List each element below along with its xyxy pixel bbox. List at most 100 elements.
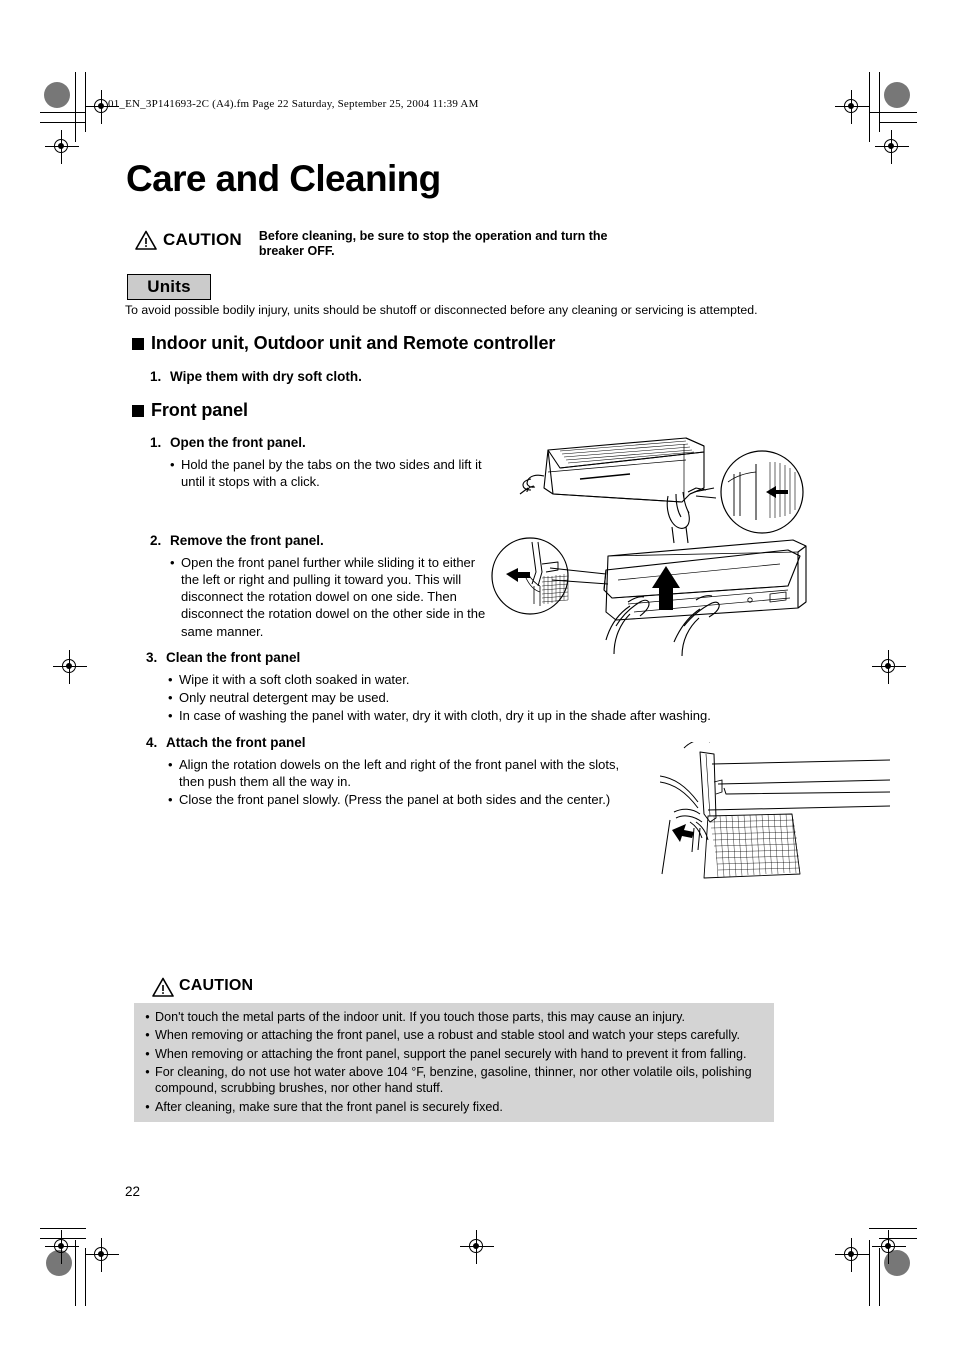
section-heading-text: Indoor unit, Outdoor unit and Remote con… (151, 333, 556, 353)
units-badge-label: Units (147, 277, 191, 296)
bullet-icon: • (168, 672, 173, 687)
crop-line (869, 1240, 870, 1306)
registration-mark-bottom-left (85, 1238, 119, 1272)
list-item: • For cleaning, do not use hot water abo… (140, 1064, 766, 1097)
caution-list-box: • Don't touch the metal parts of the ind… (134, 1003, 774, 1123)
list-item-text: Open the front panel further while slidi… (181, 555, 486, 639)
units-badge: Units (127, 274, 211, 300)
step-2-2-bullets: • Open the front panel further while sli… (170, 554, 490, 641)
list-item: • Wipe it with a soft cloth soaked in wa… (168, 671, 838, 688)
halftone-circle-top-left (44, 82, 70, 108)
bullet-icon: • (170, 457, 175, 472)
up-arrow-icon (652, 566, 680, 610)
crop-line (40, 112, 86, 113)
step-2-3-bullets: • Wipe it with a soft cloth soaked in wa… (168, 671, 838, 725)
step-number: 4. (146, 735, 158, 750)
section-heading-front-panel: Front panel (132, 400, 248, 421)
bullet-icon: • (168, 690, 173, 706)
crop-line (869, 72, 870, 142)
bullet-icon: • (145, 1028, 150, 1043)
step-number: 3. (146, 650, 158, 665)
caution-message-top: Before cleaning, be sure to stop the ope… (258, 229, 608, 259)
step-title: Remove the front panel. (170, 533, 324, 548)
registration-mark-bottom-center (460, 1230, 494, 1264)
bullet-icon: • (145, 1099, 150, 1114)
list-item: • In case of washing the panel with wate… (168, 707, 838, 724)
registration-mark-right-upper (875, 130, 909, 164)
halftone-circle-top-right (884, 82, 910, 108)
step-2-4-bullets: • Align the rotation dowels on the left … (168, 756, 623, 809)
registration-mark-left-lower (45, 1230, 79, 1264)
crop-line (869, 112, 917, 113)
step-2-1-title: 1. Open the front panel. (150, 435, 306, 450)
registration-mark-left-upper (45, 130, 79, 164)
crop-line (879, 122, 917, 123)
bullet-icon: • (168, 708, 173, 724)
caution-banner-top: CAUTION Before cleaning, be sure to stop… (135, 228, 619, 260)
bullet-icon: • (145, 1046, 150, 1061)
list-item-text: Hold the panel by the tabs on the two si… (181, 457, 482, 490)
list-item: • After cleaning, make sure that the fro… (140, 1099, 766, 1115)
document-page: 01_EN_3P141693-2C (A4).fm Page 22 Saturd… (0, 0, 954, 1353)
list-item: • When removing or attaching the front p… (140, 1046, 766, 1062)
step-2-2-title: 2. Remove the front panel. (150, 533, 324, 548)
bullet-icon: • (168, 757, 173, 772)
square-bullet-icon (132, 337, 144, 350)
crop-line (869, 1228, 917, 1229)
step-2-4-title: 4. Attach the front panel (146, 735, 306, 750)
caution-label-top: CAUTION (163, 230, 242, 249)
step-title: Clean the front panel (166, 650, 301, 665)
list-item-text: In case of washing the panel with water,… (179, 708, 711, 724)
remove-front-panel-illustration (491, 537, 807, 657)
step-1-1-title: 1. Wipe them with dry soft cloth. (150, 369, 362, 384)
file-header-stamp: 01_EN_3P141693-2C (A4).fm Page 22 Saturd… (108, 98, 479, 110)
insert-arrow-icon (672, 824, 694, 842)
step-number: 1. (150, 369, 162, 384)
list-item-text: When removing or attaching the front pan… (155, 1046, 747, 1061)
registration-mark-bottom-right (835, 1238, 869, 1272)
page-title: Care and Cleaning (126, 158, 441, 199)
section-heading-text: Front panel (151, 400, 248, 420)
list-item: • Don't touch the metal parts of the ind… (140, 1009, 766, 1025)
step-title: Open the front panel. (170, 435, 306, 450)
crop-line (40, 122, 86, 123)
list-item: • Open the front panel further while sli… (170, 554, 490, 640)
list-item-text: Only neutral detergent may be used. (179, 690, 390, 706)
list-item-text: When removing or attaching the front pan… (155, 1028, 741, 1043)
list-item-text: Close the front panel slowly. (Press the… (179, 792, 611, 808)
crop-line (40, 1228, 86, 1229)
caution-label-bottom: CAUTION (179, 977, 254, 994)
attach-front-panel-illustration (660, 742, 891, 879)
bullet-icon: • (168, 792, 173, 808)
list-item: • Hold the panel by the tabs on the two … (170, 456, 490, 490)
registration-mark-left-middle (53, 650, 87, 684)
list-item-text: Wipe it with a soft cloth soaked in wate… (179, 672, 410, 687)
step-2-3-title: 3. Clean the front panel (146, 650, 300, 665)
bullet-icon: • (145, 1010, 150, 1024)
step-number: 1. (150, 435, 162, 450)
list-item: • When removing or attaching the front p… (140, 1027, 766, 1043)
registration-mark-right-lower (872, 1230, 906, 1264)
list-item-text: For cleaning, do not use hot water above… (155, 1065, 752, 1096)
step-2-1-bullets: • Hold the panel by the tabs on the two … (170, 456, 490, 491)
section-heading-indoor-outdoor-remote: Indoor unit, Outdoor unit and Remote con… (132, 333, 555, 354)
warning-triangle-icon (152, 977, 174, 997)
crop-line (879, 72, 880, 132)
warning-triangle-icon (135, 230, 157, 250)
page-number: 22 (125, 1184, 141, 1199)
registration-mark-top-right (835, 90, 869, 124)
direction-arrow-icon (506, 568, 530, 582)
step-number: 2. (150, 533, 162, 548)
list-item-text: After cleaning, make sure that the front… (155, 1099, 503, 1114)
step-title: Wipe them with dry soft cloth. (170, 369, 362, 384)
step-title: Attach the front panel (166, 735, 306, 750)
bullet-icon: • (170, 555, 175, 570)
list-item: • Only neutral detergent may be used. (168, 689, 838, 706)
units-note: To avoid possible bodily injury, units s… (125, 303, 758, 317)
bullet-icon: • (145, 1065, 150, 1080)
list-item-text: Don't touch the metal parts of the indoo… (155, 1010, 685, 1024)
caution-banner-bottom: CAUTION (152, 975, 253, 997)
list-item: • Align the rotation dowels on the left … (168, 756, 623, 790)
list-item: • Close the front panel slowly. (Press t… (168, 791, 623, 808)
registration-mark-right-middle (872, 650, 906, 684)
